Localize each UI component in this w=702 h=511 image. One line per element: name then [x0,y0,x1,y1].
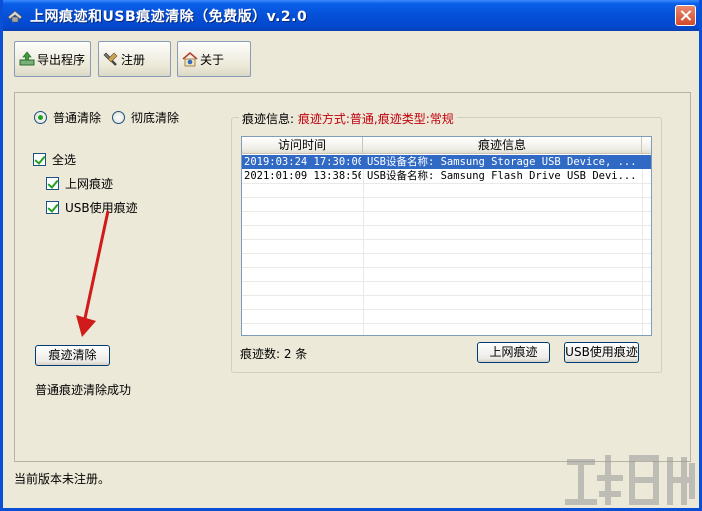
trace-info-cell: USB设备名称: Samsung Storage USB Device, ... [367,156,637,168]
grid-line [242,211,651,212]
trace-list-header: 访问时间 痕迹信息 [242,137,651,154]
grid-line [242,267,651,268]
select-all-checkbox[interactable] [33,153,46,166]
normal-clean-option[interactable]: 普通清除 [34,109,101,126]
thorough-clean-radio[interactable] [112,111,125,124]
trace-info-legend-prefix: 痕迹信息: [242,112,295,126]
web-trace-label: 上网痕迹 [65,177,114,191]
window-title: 上网痕迹和USB痕迹清除（免费版）v.2.0 [30,9,308,25]
grid-line [242,295,651,296]
select-all-option[interactable]: 全选 [33,151,76,168]
tools-icon [103,52,118,66]
trace-info-legend: 痕迹信息: 痕迹方式:普通,痕迹类型:常规 [239,110,457,127]
table-row[interactable]: 2019:03:24 17:30:00 USB设备名称: Samsung Sto… [242,155,651,169]
grid-line [242,183,651,184]
export-program-button[interactable]: 导出程序 [14,41,91,77]
registration-status: 当前版本未注册。 [14,472,111,486]
web-trace-checkbox[interactable] [46,177,59,190]
trace-time-cell: 2021:01:09 13:38:56 [244,170,361,182]
usb-trace-button[interactable]: USB使用痕迹 [564,342,639,363]
thorough-clean-option[interactable]: 彻底清除 [112,109,179,126]
watermark-logo-icon [565,455,695,505]
normal-clean-label: 普通清除 [53,111,102,125]
column-header-info[interactable]: 痕迹信息 [363,137,642,154]
title-bar[interactable]: 上网痕迹和USB痕迹清除（免费版）v.2.0 [3,0,699,31]
usb-trace-checkbox[interactable] [46,201,59,214]
trace-list[interactable]: 访问时间 痕迹信息 2019:03:24 17:30:00 USB设备名称: S… [241,136,652,336]
register-label: 注册 [121,52,146,67]
close-button[interactable] [675,5,696,26]
about-button[interactable]: 关于 [177,41,251,77]
trace-count-text: 痕迹数: 2 条 [240,347,308,361]
table-row[interactable]: 2021:01:09 13:38:56 USB设备名称: Samsung Fla… [242,169,651,183]
grid-line [242,281,651,282]
register-button[interactable]: 注册 [98,41,171,77]
trace-clean-button[interactable]: 痕迹清除 [35,345,110,366]
grid-line [242,253,651,254]
web-trace-option[interactable]: 上网痕迹 [46,175,113,192]
trace-info-legend-detail: 痕迹方式:普通,痕迹类型:常规 [297,112,454,126]
grid-line [242,323,651,324]
grid-line [242,239,651,240]
trace-info-cell: USB设备名称: Samsung Flash Drive USB Devi... [367,170,637,182]
grid-line [242,225,651,226]
trace-time-cell: 2019:03:24 17:30:00 [244,156,361,168]
select-all-label: 全选 [52,153,77,167]
thorough-clean-label: 彻底清除 [131,111,180,125]
grid-line [242,197,651,198]
export-program-label: 导出程序 [37,52,86,67]
web-trace-button[interactable]: 上网痕迹 [477,342,550,363]
normal-clean-radio[interactable] [34,111,47,124]
export-icon [19,51,35,66]
home-info-icon [182,51,198,67]
annotation-arrow-icon [76,210,110,337]
app-icon [7,10,23,23]
about-label: 关于 [200,52,225,67]
column-header-time[interactable]: 访问时间 [242,137,363,154]
grid-line [242,309,651,310]
clean-result-text: 普通痕迹清除成功 [35,383,132,397]
